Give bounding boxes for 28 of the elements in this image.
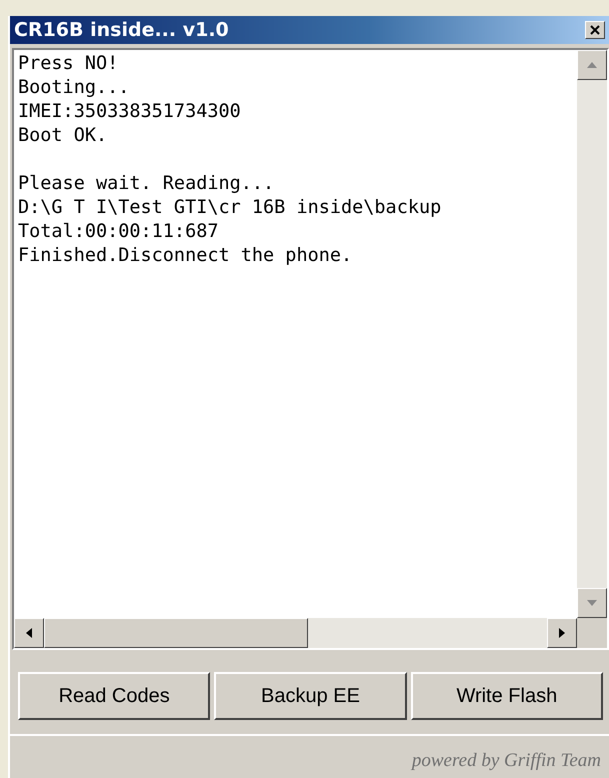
log-line: Booting... bbox=[18, 76, 130, 100]
log-line: IMEI:350338351734300 bbox=[18, 100, 242, 124]
down-arrow-icon bbox=[587, 600, 597, 606]
scrollbar-corner bbox=[577, 618, 607, 648]
log-line: Press NO! bbox=[18, 52, 120, 76]
vertical-scrollbar[interactable] bbox=[577, 50, 607, 618]
right-arrow-icon bbox=[559, 628, 565, 638]
log-line: Boot OK. bbox=[18, 124, 108, 148]
log-line: Finished.Disconnect the phone. bbox=[18, 244, 354, 268]
scroll-up-button[interactable] bbox=[577, 50, 607, 80]
scroll-thumb[interactable] bbox=[44, 618, 308, 648]
close-icon bbox=[590, 25, 600, 35]
left-arrow-icon bbox=[26, 628, 32, 638]
horizontal-scrollbar[interactable] bbox=[14, 618, 607, 648]
close-button[interactable] bbox=[585, 21, 605, 39]
scroll-left-button[interactable] bbox=[14, 618, 44, 648]
status-text: powered by Griffin Team bbox=[412, 750, 601, 772]
log-line: Please wait. Reading... bbox=[18, 172, 276, 196]
action-button[interactable]: Write Flash bbox=[410, 672, 603, 720]
up-arrow-icon bbox=[587, 62, 597, 68]
scroll-down-button[interactable] bbox=[577, 588, 607, 618]
log-line: D:\G T I\Test GTI\cr 16B inside\backup bbox=[18, 196, 442, 220]
action-button[interactable]: Backup EE bbox=[214, 672, 407, 720]
log-textarea[interactable]: Press NO! Booting... IMEI:350338351734300 Boot OK. Please wait. Reading... D:\G T I\Test GTI\cr 16B inside\backup Total:00:00:11:687 Finished.Disconnect the phone. bbox=[12, 48, 609, 650]
log-line: Total:00:00:11:687 bbox=[18, 220, 220, 244]
window-title: CR16B inside... v1.0 bbox=[14, 19, 229, 41]
action-button[interactable]: Read Codes bbox=[18, 672, 210, 720]
scroll-right-button[interactable] bbox=[547, 618, 577, 648]
